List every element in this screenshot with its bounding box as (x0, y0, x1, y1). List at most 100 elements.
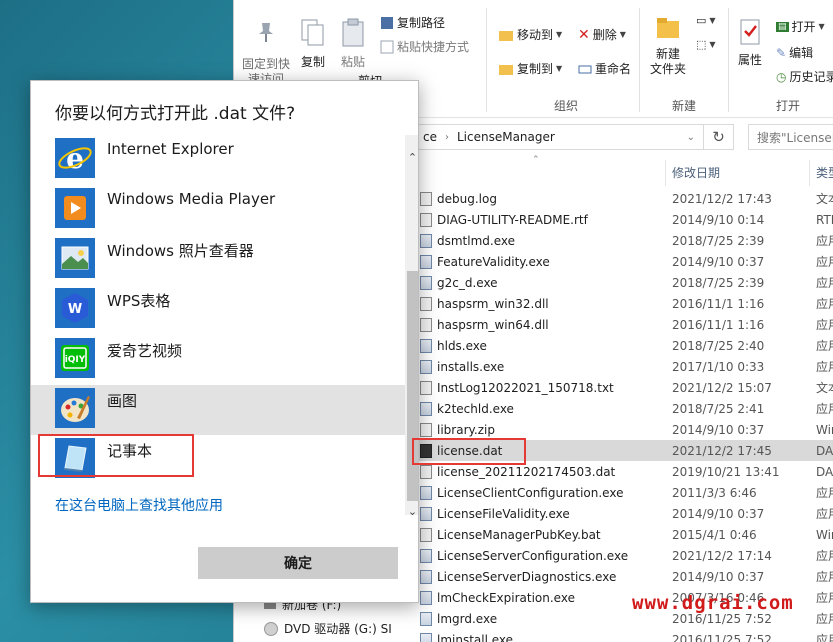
file-name: dsmtlmd.exe (437, 233, 516, 248)
file-row[interactable]: DIAG-UTILITY-README.rtf 2014/9/10 0:14 RTF (412, 209, 833, 230)
application-file-icon (420, 401, 432, 416)
file-row[interactable]: haspsrm_win64.dll 2016/11/1 1:16 应用 (412, 314, 833, 335)
file-row[interactable]: lminstall.exe 2016/11/25 7:52 应用 (412, 629, 833, 642)
properties-button[interactable]: 属性 (734, 18, 766, 68)
file-type: 应用 (816, 297, 833, 311)
file-type: Win (816, 422, 833, 437)
file-date: 2011/3/3 6:46 (672, 485, 757, 500)
move-to-button[interactable]: 移动到 ▼ (498, 26, 562, 43)
column-headers: 名称 ⌃ 修改日期 类型 (412, 155, 833, 186)
find-more-apps-link[interactable]: 在这台电脑上查找其他应用 (55, 495, 223, 515)
application-file-icon (420, 359, 432, 374)
file-date: 2014/9/10 0:37 (672, 506, 765, 521)
file-name: LicenseServerDiagnostics.exe (437, 569, 617, 584)
file-row[interactable]: LicenseClientConfiguration.exe 2011/3/3 6… (412, 482, 833, 503)
easy-access-button[interactable]: ⬚ ▼ (696, 38, 716, 51)
file-row[interactable]: hlds.exe 2018/7/25 2:40 应用 (412, 335, 833, 356)
file-icon (420, 317, 432, 332)
new-folder-button[interactable]: 新建 文件夹 (648, 16, 688, 77)
new-item-button[interactable]: ▭ ▼ (696, 14, 716, 27)
file-name: LicenseManagerPubKey.bat (437, 527, 601, 542)
delete-icon: ✕ (578, 26, 590, 43)
svg-text:iQIY: iQIY (65, 355, 86, 365)
ribbon-separator (728, 8, 729, 112)
application-file-icon (420, 485, 432, 500)
file-date: 2019/10/21 13:41 (672, 464, 780, 479)
ok-button[interactable]: 确定 (198, 547, 398, 579)
open-button[interactable]: ▤ 打开 ▼ (776, 18, 825, 35)
wps-spreadsheet-icon: W (55, 288, 95, 328)
file-type: RTF (816, 212, 833, 227)
file-icon (420, 296, 432, 311)
paste-button[interactable]: 粘贴 (338, 18, 368, 70)
breadcrumb-chevron-icon: › (444, 131, 449, 143)
file-name: LicenseClientConfiguration.exe (437, 485, 624, 500)
file-row[interactable]: LicenseManagerPubKey.bat 2015/4/1 0:46 Win (412, 524, 833, 545)
app-item-paint[interactable]: 画图 (31, 385, 405, 435)
scrollbar-thumb[interactable] (407, 271, 418, 501)
file-row[interactable]: InstLog12022021_150718.txt 2021/12/2 15:0… (412, 377, 833, 398)
file-row[interactable]: FeatureValidity.exe 2014/9/10 0:37 应用 (412, 251, 833, 272)
highlight-box-notepad (38, 434, 194, 477)
file-type: Win (816, 527, 833, 542)
file-row[interactable]: LicenseServerConfiguration.exe 2021/12/2 … (412, 545, 833, 566)
search-input[interactable]: 搜索"LicenseMa (748, 124, 833, 150)
pin-to-quick-access-button[interactable]: 固定到快 速访问 (240, 20, 292, 87)
delete-button[interactable]: ✕ 删除 ▼ (578, 26, 626, 43)
file-type: 文本 (816, 192, 833, 206)
new-folder-icon (657, 18, 679, 38)
file-row[interactable]: debug.log 2021/12/2 17:43 文本 (412, 188, 833, 209)
app-item-photo-viewer[interactable]: Windows 照片查看器 (31, 235, 405, 285)
file-icon (420, 464, 432, 479)
copy-button[interactable]: 复制 (298, 18, 328, 70)
column-date-modified[interactable]: 修改日期 (666, 160, 810, 186)
app-item-iqiyi[interactable]: iQIY 爱奇艺视频 (31, 335, 405, 385)
copy-to-button[interactable]: 复制到 ▼ (498, 60, 562, 77)
file-row[interactable]: k2techld.exe 2018/7/25 2:41 应用 (412, 398, 833, 419)
nav-item-drive-g[interactable]: DVD 驱动器 (G:) SI (264, 620, 392, 637)
edit-button[interactable]: ✎ 编辑 (776, 44, 813, 61)
breadcrumb-folder[interactable]: LicenseManager (457, 130, 555, 144)
dialog-title: 你要以何方式打开此 .dat 文件? (55, 104, 296, 124)
file-name: LicenseServerConfiguration.exe (437, 548, 629, 563)
application-file-icon (420, 611, 432, 626)
file-name: library.zip (437, 422, 495, 437)
file-row[interactable]: installs.exe 2017/1/10 0:33 应用 (412, 356, 833, 377)
scroll-up-icon[interactable]: ⌃ (405, 151, 418, 164)
file-row[interactable]: LicenseServerDiagnostics.exe 2014/9/10 0:… (412, 566, 833, 587)
refresh-button[interactable]: ↻ (704, 124, 734, 150)
address-bar[interactable]: ce › LicenseManager ⌄ (414, 124, 704, 150)
paste-shortcut-icon (380, 40, 394, 53)
file-icon (420, 527, 432, 542)
file-row[interactable]: haspsrm_win32.dll 2016/11/1 1:16 应用 (412, 293, 833, 314)
watermark: www.dgrai.com (632, 592, 794, 614)
app-item-internet-explorer[interactable]: e Internet Explorer (31, 135, 405, 185)
paste-shortcut-button[interactable]: 粘贴快捷方式 (380, 38, 469, 55)
move-to-icon (499, 30, 513, 41)
file-row[interactable]: LicenseFileValidity.exe 2014/9/10 0:37 应用 (412, 503, 833, 524)
history-button[interactable]: ◷ 历史记录 (776, 68, 833, 85)
app-item-windows-media-player[interactable]: Windows Media Player (31, 185, 405, 235)
file-date: 2018/7/25 2:39 (672, 233, 765, 248)
application-file-icon (420, 338, 432, 353)
file-row[interactable]: library.zip 2014/9/10 0:37 Win (412, 419, 833, 440)
copy-path-button[interactable]: 复制路径 (380, 14, 445, 31)
file-date: 2014/9/10 0:37 (672, 569, 765, 584)
scroll-down-icon[interactable]: ⌄ (405, 505, 418, 518)
file-type: 应用 (816, 591, 833, 605)
app-item-wps-spreadsheet[interactable]: W WPS表格 (31, 285, 405, 335)
internet-explorer-icon: e (55, 138, 95, 178)
organize-group-label: 组织 (554, 99, 579, 113)
sort-ascending-icon: ⌃ (532, 155, 540, 165)
file-row[interactable]: g2c_d.exe 2018/7/25 2:39 应用 (412, 272, 833, 293)
application-file-icon (420, 275, 432, 290)
column-type[interactable]: 类型 (810, 160, 833, 186)
chevron-down-icon[interactable]: ⌄ (687, 132, 695, 143)
file-name: haspsrm_win32.dll (437, 296, 549, 311)
file-row[interactable]: dsmtlmd.exe 2018/7/25 2:39 应用 (412, 230, 833, 251)
rename-button[interactable]: 重命名 (578, 60, 631, 77)
file-type: 应用 (816, 570, 833, 584)
file-type: 应用 (816, 402, 833, 416)
file-icon (420, 380, 432, 395)
file-name: lmgrd.exe (437, 611, 498, 626)
